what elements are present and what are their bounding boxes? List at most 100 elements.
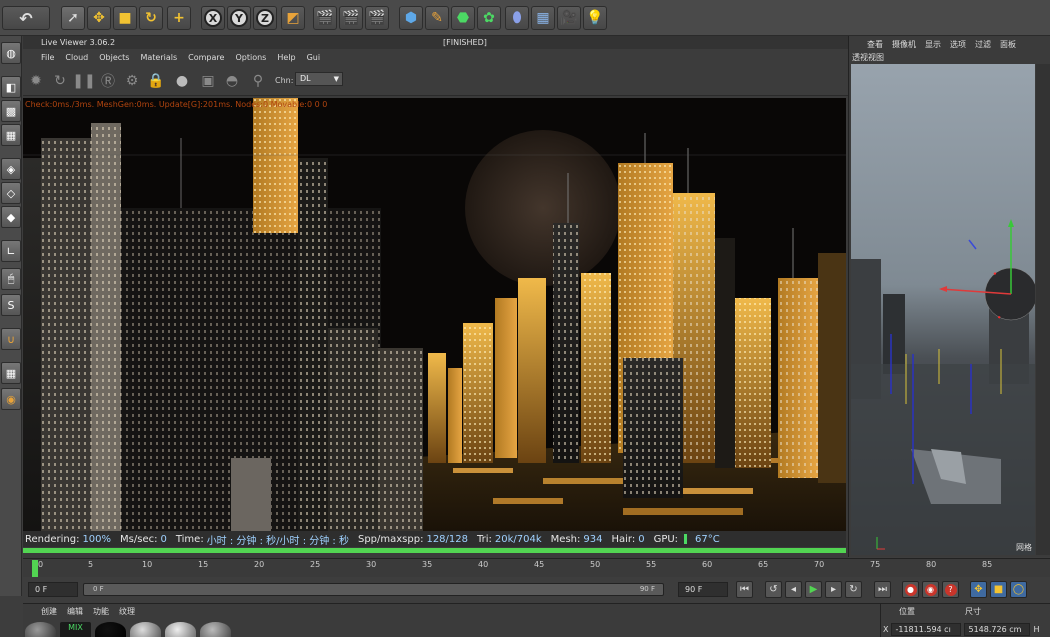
cloner-button[interactable]: ✿ [477, 6, 501, 30]
save-image-button[interactable]: ▣ [199, 72, 217, 90]
workplane-button[interactable]: ▦ [1, 124, 21, 146]
end-frame-value: 90 F [685, 585, 703, 594]
material-menu-create[interactable]: 创建 [41, 606, 57, 617]
key-position-button[interactable]: ✥ [970, 581, 987, 598]
camera-button[interactable]: 🎥 [557, 6, 581, 30]
viewport-menu-view[interactable]: 查看 [867, 39, 883, 50]
timeline-tick: 75 [870, 560, 881, 569]
region-render-button[interactable]: Ⓡ [99, 72, 117, 90]
lock-workplane-button[interactable]: ▦ [1, 362, 21, 384]
timeline-ruler[interactable]: 0 5 10 15 20 25 30 35 40 45 50 55 60 65 … [23, 558, 1050, 577]
current-frame-field[interactable]: 0 F [28, 582, 78, 597]
clay-mode-button[interactable]: ◓ [223, 72, 241, 90]
render-image[interactable]: Check:0ms./3ms. MeshGen:0ms. Update[G]:2… [23, 98, 846, 531]
go-to-start-button[interactable]: ⏮ [736, 581, 753, 598]
pick-focus-button[interactable]: ⚲ [249, 72, 267, 90]
material-ball-button[interactable]: ● [173, 72, 191, 90]
subdivision-button[interactable]: ⬣ [451, 6, 475, 30]
play-button[interactable]: ▶ [805, 581, 822, 598]
model-mode-button[interactable]: ◧ [1, 76, 21, 98]
channel-select[interactable]: DL ▼ [295, 72, 343, 86]
key-rotation-button[interactable]: ◯ [1010, 581, 1027, 598]
lock-button[interactable]: 🔒 [147, 72, 165, 90]
add-tool-button[interactable]: + [167, 6, 191, 30]
render-stats-overlay: Check:0ms./3ms. MeshGen:0ms. Update[G]:2… [25, 100, 328, 109]
material-menu-edit[interactable]: 编辑 [67, 606, 83, 617]
material-menu-function[interactable]: 功能 [93, 606, 109, 617]
points-mode-button[interactable]: ◈ [1, 158, 21, 180]
render-settings-button[interactable]: 🎬 [365, 6, 389, 30]
polygons-mode-button[interactable]: ◆ [1, 206, 21, 228]
rotate-tool-button[interactable]: ↻ [139, 6, 163, 30]
light-button[interactable]: 💡 [583, 6, 607, 30]
timeline-tick: 45 [534, 560, 545, 569]
menu-help[interactable]: Help [277, 53, 295, 62]
viewport-scrollbar[interactable] [1036, 64, 1050, 555]
material-menubar: 创建 编辑 功能 纹理 [23, 604, 880, 619]
size-x-field[interactable]: 5148.726 cm [964, 623, 1031, 636]
cube-outline-icon: ◩ [286, 10, 300, 26]
send-scene-button[interactable]: ✹ [27, 72, 45, 90]
settings-button[interactable]: ⚙ [123, 72, 141, 90]
menu-file[interactable]: File [41, 53, 54, 62]
cube-button[interactable]: ⬢ [399, 6, 423, 30]
pen-button[interactable]: ✎ [425, 6, 449, 30]
position-x-field[interactable]: -11811.594 cı [891, 623, 962, 636]
render-view-button[interactable]: 🎬 [313, 6, 337, 30]
edges-mode-button[interactable]: ◇ [1, 182, 21, 204]
timeline-tick: 40 [478, 560, 489, 569]
select-tool-button[interactable]: ➚ [61, 6, 85, 30]
menu-options[interactable]: Options [235, 53, 266, 62]
make-editable-button[interactable]: ◍ [1, 42, 21, 64]
tweak-mode-button[interactable]: 🖱 [1, 268, 21, 290]
next-frame-button[interactable]: ▸ [825, 581, 842, 598]
y-axis-button[interactable]: Y [227, 6, 251, 30]
menu-objects[interactable]: Objects [99, 53, 129, 62]
previous-key-button[interactable]: ↺ [765, 581, 782, 598]
pause-render-button[interactable]: ❚❚ [72, 72, 95, 90]
menu-materials[interactable]: Materials [140, 53, 177, 62]
auto-key-button[interactable]: ◉ [922, 581, 939, 598]
previous-frame-button[interactable]: ◂ [785, 581, 802, 598]
material-menu-texture[interactable]: 纹理 [119, 606, 135, 617]
viewport-menu-options[interactable]: 选项 [950, 39, 966, 50]
menu-compare[interactable]: Compare [188, 53, 224, 62]
key-selection-button[interactable]: ? [942, 581, 959, 598]
solo-button[interactable]: ◉ [1, 388, 21, 410]
magnet-button[interactable]: ∪ [1, 328, 21, 350]
floor-button[interactable]: ▦ [531, 6, 555, 30]
menu-cloud[interactable]: Cloud [65, 53, 88, 62]
preview-range-slider[interactable]: 0 F 90 F [83, 583, 664, 596]
next-key-button[interactable]: ↻ [845, 581, 862, 598]
restart-render-button[interactable]: ↻ [51, 72, 69, 90]
material-swatch[interactable] [130, 622, 161, 637]
render-picture-viewer-button[interactable]: 🎬 [339, 6, 363, 30]
key-scale-button[interactable]: ■ [990, 581, 1007, 598]
menu-gui[interactable]: Gui [307, 53, 321, 62]
record-button[interactable]: ● [902, 581, 919, 598]
timeline-tick: 5 [88, 560, 94, 569]
viewport-menu-filter[interactable]: 过滤 [975, 39, 991, 50]
axis-mode-button[interactable]: ∟ [1, 240, 21, 262]
material-swatch[interactable] [25, 622, 56, 637]
material-swatch-mix[interactable]: MIX [60, 622, 91, 637]
deformer-button[interactable]: ⬮ [505, 6, 529, 30]
undo-button[interactable]: ↶ [2, 6, 50, 30]
perspective-viewport[interactable] [851, 64, 1035, 555]
material-swatch[interactable] [200, 622, 231, 637]
region-icon: Ⓡ [101, 74, 115, 90]
material-swatch[interactable] [165, 622, 196, 637]
texture-mode-button[interactable]: ▩ [1, 100, 21, 122]
snap-button[interactable]: S [1, 294, 21, 316]
material-swatch[interactable] [95, 622, 126, 637]
x-axis-button[interactable]: X [201, 6, 225, 30]
end-frame-field[interactable]: 90 F [678, 582, 728, 597]
viewport-menu-display[interactable]: 显示 [925, 39, 941, 50]
scale-tool-button[interactable]: ■ [113, 6, 137, 30]
coordinate-system-button[interactable]: ◩ [281, 6, 305, 30]
move-tool-button[interactable]: ✥ [87, 6, 111, 30]
viewport-menu-camera[interactable]: 摄像机 [892, 39, 916, 50]
viewport-menu-panel[interactable]: 面板 [1000, 39, 1016, 50]
go-to-end-button[interactable]: ⏭ [874, 581, 891, 598]
z-axis-button[interactable]: Z [253, 6, 277, 30]
